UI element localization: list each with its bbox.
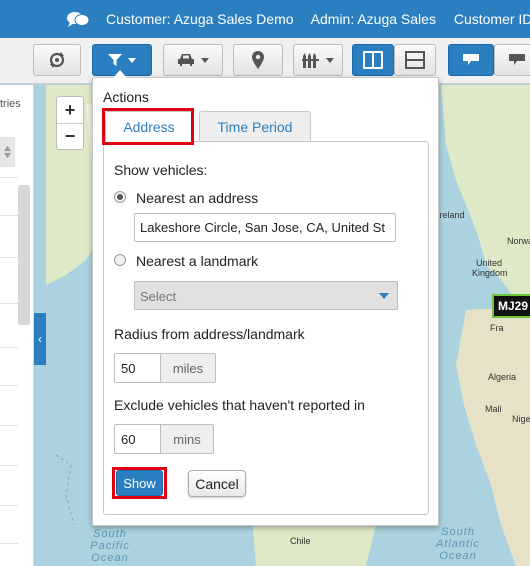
chevron-down-icon (201, 57, 209, 63)
fence-icon (302, 53, 319, 68)
map-label-united-kingdom-2: Kingdom (472, 268, 508, 278)
map-label-mali: Mali (485, 404, 502, 414)
landmark-button[interactable] (233, 44, 283, 76)
chevron-left-icon: ‹ (38, 332, 42, 346)
refresh-icon (49, 52, 65, 68)
map-label-france: Fra (490, 323, 504, 333)
geofence-button[interactable] (293, 44, 343, 76)
map-label-united-kingdom-1: United (476, 258, 503, 268)
radius-label: Radius from address/landmark (114, 326, 305, 342)
map-label-south-pacific: South Pacific Ocean (90, 528, 130, 564)
map-label-south-atlantic: South Atlantic Ocean (435, 526, 481, 562)
radio-nearest-address[interactable] (114, 191, 126, 203)
address-input[interactable]: Lakeshore Circle, San Jose, CA, United S… (134, 213, 396, 242)
zoom-control: + − (56, 96, 84, 150)
exclude-field: 60 mins (114, 424, 214, 454)
refresh-button[interactable] (33, 44, 81, 76)
radius-input[interactable]: 50 (115, 354, 161, 382)
top-header-bar: Customer: Azuga Sales Demo Admin: Azuga … (0, 0, 530, 38)
cancel-button[interactable]: Cancel (188, 470, 246, 497)
map-label-ireland: Ireland (437, 210, 465, 220)
table-row[interactable] (0, 543, 18, 544)
radio-nearest-landmark[interactable] (114, 254, 126, 266)
sort-icon[interactable] (0, 137, 15, 167)
account-info: Customer: Azuga Sales Demo Admin: Azuga … (106, 11, 530, 27)
table-row[interactable] (0, 385, 18, 386)
collapse-panel-button[interactable]: ‹ (34, 313, 46, 365)
nearest-landmark-label: Nearest a landmark (136, 253, 259, 269)
rows-icon (405, 51, 425, 69)
table-row[interactable] (0, 257, 18, 258)
message-button[interactable] (494, 44, 530, 76)
scrollbar-thumb[interactable] (18, 185, 30, 325)
map-label-algeria: Algeria (488, 372, 517, 382)
radius-unit: miles (161, 354, 215, 382)
popup-arrow (113, 70, 127, 78)
exclude-input[interactable]: 60 (115, 425, 161, 453)
table-row[interactable] (0, 177, 18, 178)
show-vehicles-label: Show vehicles: (114, 162, 208, 178)
map-pin-icon (252, 51, 264, 69)
radius-field: 50 miles (114, 353, 216, 383)
nearest-address-label: Nearest an address (136, 190, 259, 206)
show-button[interactable]: Show (116, 470, 163, 496)
tab-time-period[interactable]: Time Period (199, 111, 311, 141)
car-icon (178, 54, 194, 66)
message-icon (509, 54, 525, 65)
table-row[interactable] (0, 425, 18, 426)
chat-icon[interactable] (66, 10, 90, 28)
map-label-niger: Niger (512, 414, 530, 424)
chevron-down-icon (128, 57, 136, 63)
map-label-chile: Chile (290, 536, 311, 546)
landmark-select-value: Select (140, 289, 177, 304)
table-row[interactable] (0, 505, 18, 506)
vehicle-list-panel: tries (0, 85, 34, 566)
landmark-select[interactable]: Select (134, 281, 398, 310)
entries-label: tries (0, 98, 21, 110)
admin-name: Admin: Azuga Sales (310, 11, 436, 27)
zoom-in-button[interactable]: + (57, 97, 83, 123)
speech-bubble-button[interactable] (448, 44, 494, 76)
split-vertical-view-button[interactable] (352, 44, 394, 76)
chevron-down-icon (379, 293, 389, 299)
table-row[interactable] (0, 347, 18, 348)
customer-id: Customer ID: 105 (453, 11, 530, 27)
actions-title: Actions (103, 89, 149, 105)
table-row[interactable] (0, 215, 18, 216)
customer-name: Customer: Azuga Sales Demo (106, 11, 294, 27)
split-horizontal-view-button[interactable] (394, 44, 436, 76)
vehicle-marker[interactable]: MJ29 (492, 294, 530, 318)
map-label-norway: Norwa (507, 236, 530, 246)
vehicle-button[interactable] (163, 44, 223, 76)
table-row[interactable] (0, 303, 18, 304)
exclude-label: Exclude vehicles that haven't reported i… (114, 397, 365, 413)
filter-icon (108, 54, 122, 66)
columns-icon (363, 51, 383, 69)
tab-address[interactable]: Address (105, 111, 193, 142)
zoom-out-button[interactable]: − (57, 123, 83, 149)
table-row[interactable] (0, 465, 18, 466)
exclude-unit: mins (161, 425, 213, 453)
speech-bubble-icon (463, 54, 479, 65)
chevron-down-icon (326, 57, 334, 63)
